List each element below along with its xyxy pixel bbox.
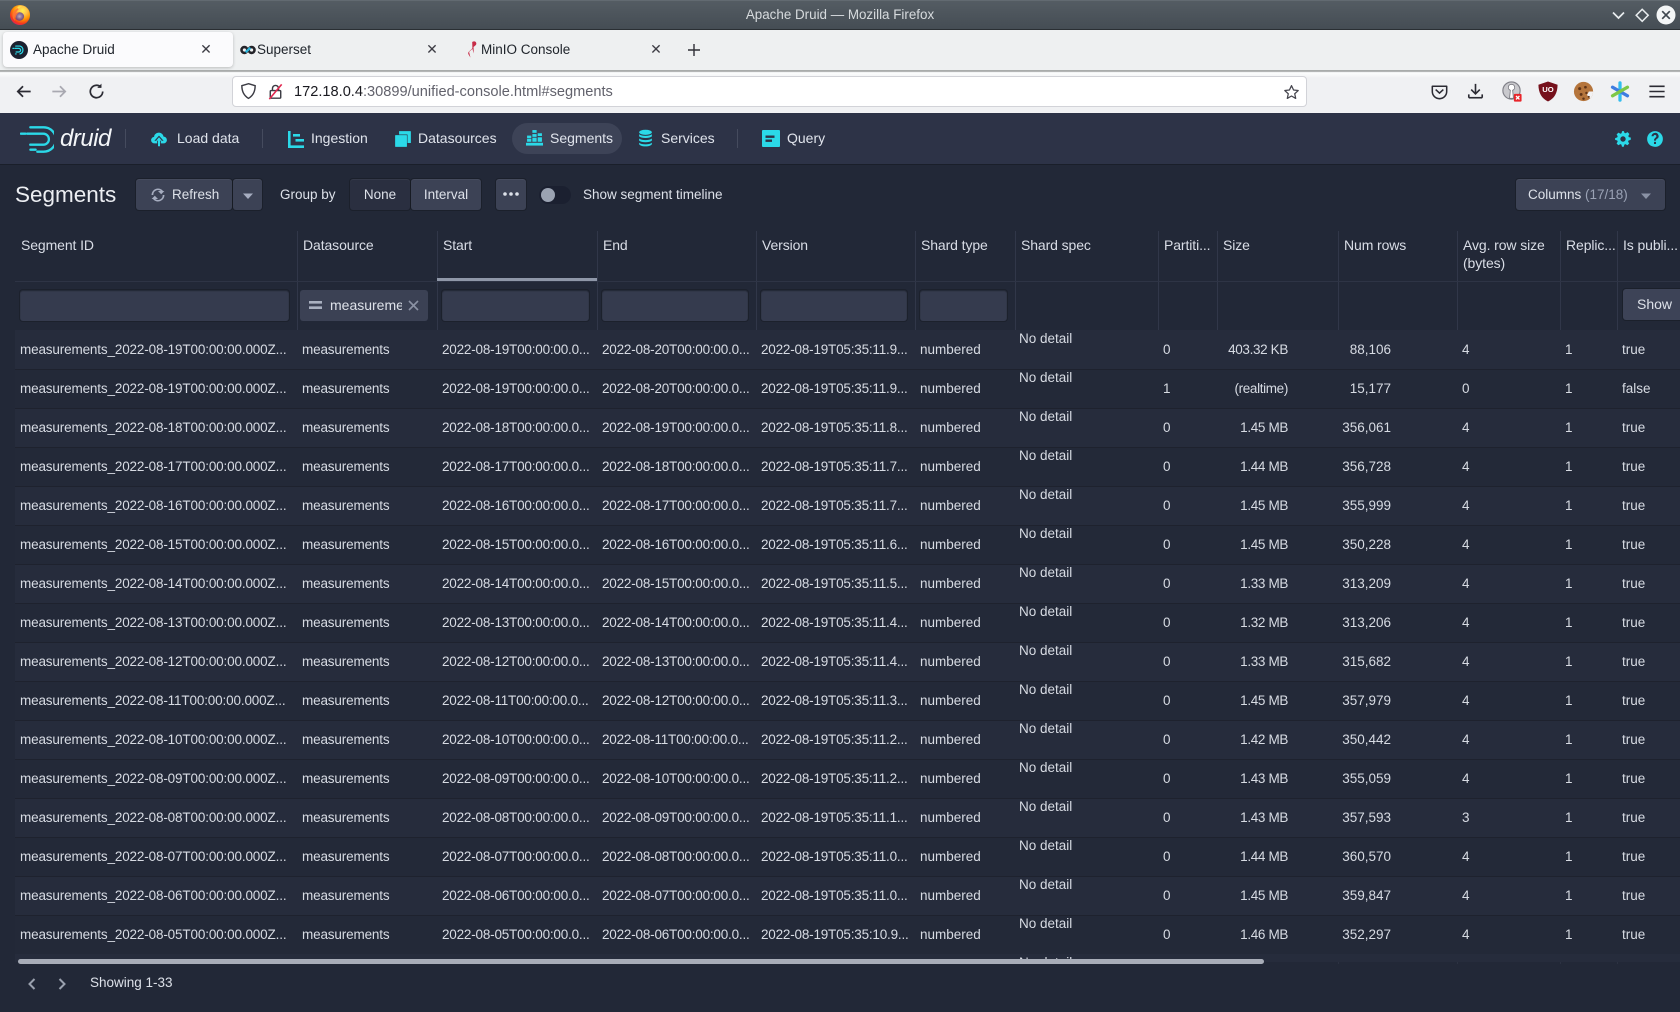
svg-text:UO: UO <box>1542 85 1554 94</box>
